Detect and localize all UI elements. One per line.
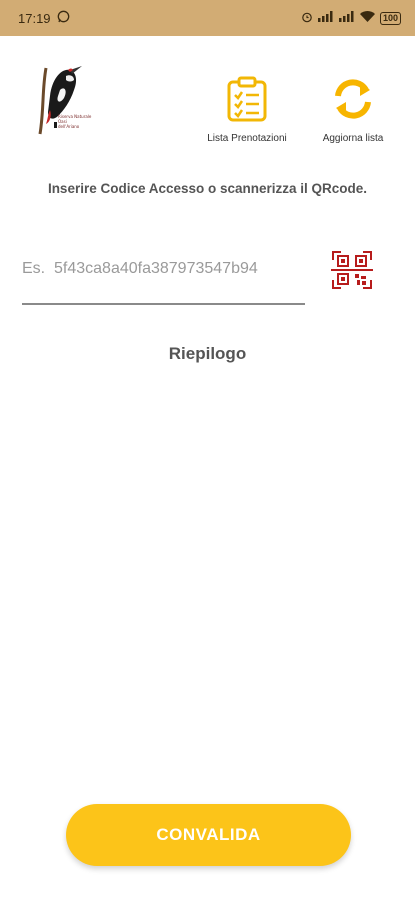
status-bar: 17:19 100 bbox=[0, 0, 415, 36]
alarm-icon bbox=[301, 11, 313, 26]
battery-icon: 100 bbox=[379, 11, 401, 25]
clipboard-list-icon bbox=[226, 76, 268, 127]
status-time: 17:19 bbox=[18, 10, 51, 26]
signal-icon bbox=[338, 11, 355, 25]
instruction-text: Inserire Codice Accesso o scannerizza il… bbox=[47, 181, 368, 196]
qr-scan-icon bbox=[331, 251, 373, 294]
qr-scan-button[interactable] bbox=[331, 250, 373, 290]
signal-icon bbox=[317, 11, 334, 25]
reserve-logo: Riserva Naturale Oasi dell'Ariano bbox=[30, 60, 102, 136]
whatsapp-icon bbox=[57, 10, 70, 26]
refresh-list-label: Aggiorna lista bbox=[322, 133, 384, 144]
access-code-input[interactable] bbox=[22, 255, 304, 283]
refresh-icon bbox=[330, 76, 376, 127]
refresh-list-button[interactable]: Aggiorna lista bbox=[313, 76, 393, 144]
bookings-list-label: Lista Prenotazioni bbox=[207, 133, 287, 144]
summary-heading: Riepilogo bbox=[168, 344, 247, 363]
bookings-list-button[interactable]: Lista Prenotazioni bbox=[197, 76, 297, 144]
wifi-icon bbox=[359, 11, 375, 25]
input-underline bbox=[22, 303, 305, 305]
logo-text-line3: dell'Ariano bbox=[58, 124, 80, 129]
validate-button[interactable]: CONVALIDA bbox=[66, 804, 351, 866]
